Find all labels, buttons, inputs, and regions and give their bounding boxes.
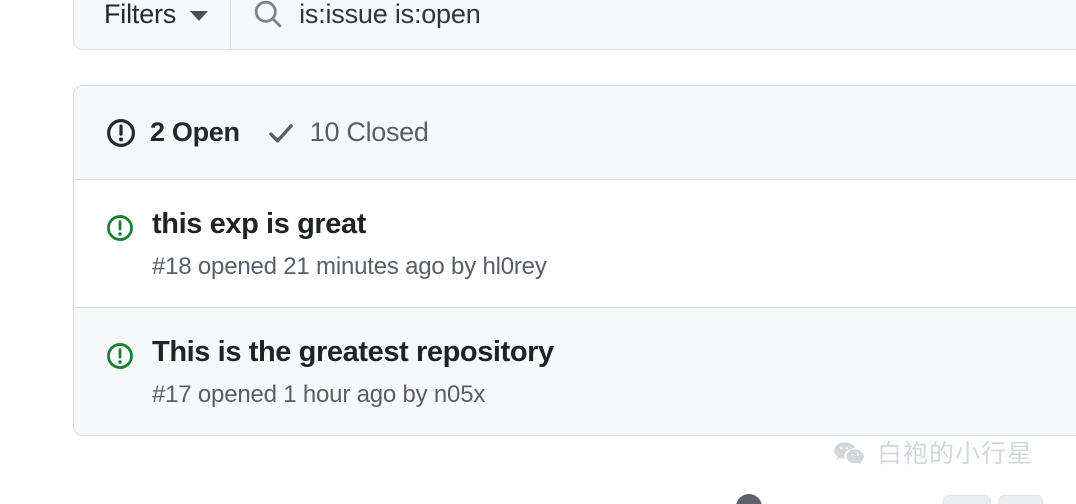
search-icon [254, 0, 282, 28]
issue-content: This is the greatest repository #17 open… [152, 336, 554, 409]
issue-title-link[interactable]: This is the greatest repository [152, 336, 554, 369]
issues-page: Filters is:issue is:open 2 Open 10 Close… [0, 0, 1076, 504]
watermark: 白袍的小行星 [833, 440, 1033, 468]
issue-metadata: #17 opened 1 hour ago by n05x [152, 381, 486, 409]
issue-opened-icon [107, 118, 135, 147]
bottom-chip-left[interactable] [943, 495, 991, 504]
issue-content: this exp is great #18 opened 21 minutes … [152, 208, 547, 281]
wechat-icon [834, 442, 864, 465]
closed-issues-count-label: 10 Closed [309, 117, 429, 147]
issue-metadata: #18 opened 21 minutes ago by hl0rey [152, 253, 547, 281]
search-input[interactable]: is:issue is:open [299, 1, 480, 28]
search-input-wrapper[interactable]: is:issue is:open [231, 0, 1076, 49]
issue-list-item[interactable]: this exp is great #18 opened 21 minutes … [74, 180, 1076, 308]
check-icon [268, 123, 293, 143]
chevron-down-icon [190, 11, 209, 21]
open-issues-filter[interactable]: 2 Open [106, 118, 240, 148]
closed-issues-filter[interactable]: 10 Closed [266, 118, 429, 148]
issue-opened-icon [107, 215, 133, 241]
filters-button-label: Filters [104, 0, 177, 29]
bottom-overlay-strip [0, 494, 1076, 504]
issue-list-item[interactable]: This is the greatest repository #17 open… [74, 307, 1076, 435]
issues-state-filter-bar: 2 Open 10 Closed [74, 86, 1076, 180]
floating-action-button[interactable] [736, 494, 762, 504]
filters-button[interactable]: Filters [74, 0, 232, 49]
issue-title-link[interactable]: this exp is great [152, 208, 547, 241]
issues-search-bar: Filters is:issue is:open [73, 0, 1076, 50]
issue-opened-icon [107, 342, 133, 369]
watermark-text: 白袍的小行星 [877, 439, 1034, 468]
issues-list-card: 2 Open 10 Closed this exp is great #18 o… [73, 85, 1076, 436]
bottom-chip-right[interactable] [998, 495, 1043, 504]
open-issues-count-label: 2 Open [150, 117, 240, 147]
